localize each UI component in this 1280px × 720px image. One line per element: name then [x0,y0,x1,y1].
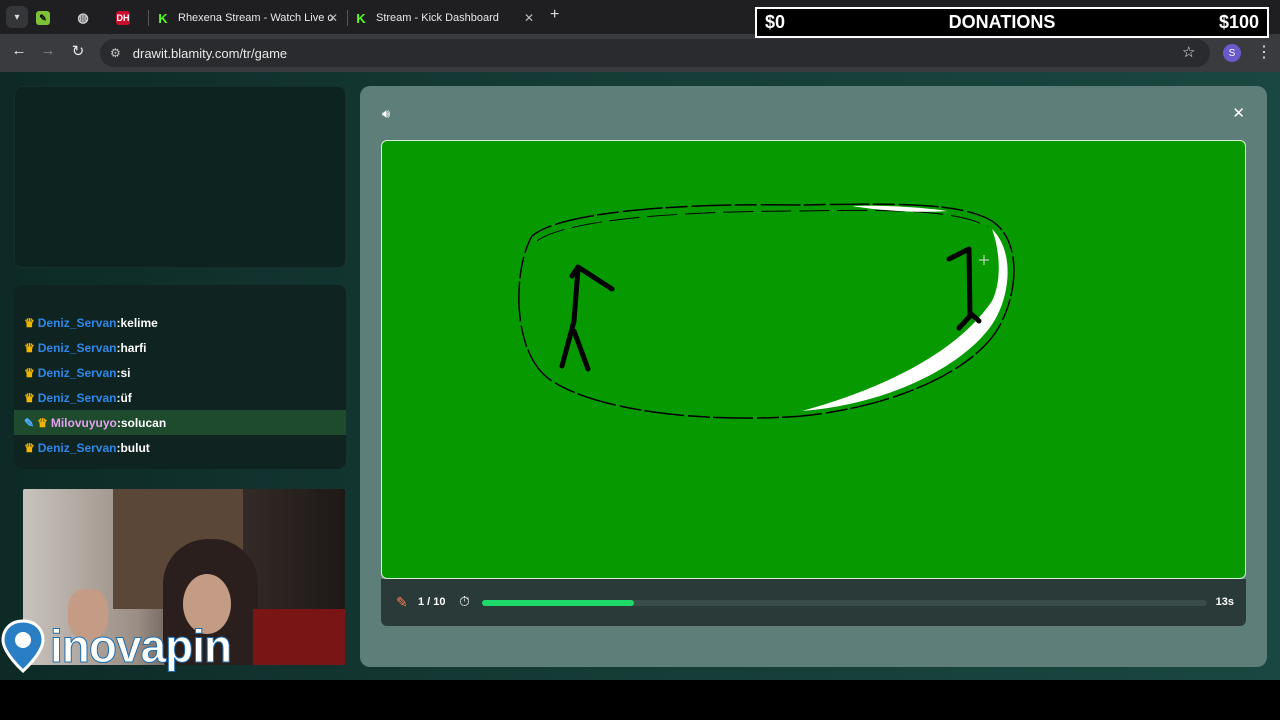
donations-bar: $0 DONATIONS $100 [755,7,1269,38]
paint-app-icon: ✎ [36,11,50,25]
pencil-badge-icon: ✎ [24,415,35,430]
speaker-icon[interactable]: 🔊︎ [382,106,390,122]
chat-username: Deniz_Servan [37,365,117,380]
forward-button[interactable]: → [37,42,59,59]
timer-seconds: 13s [1215,596,1234,608]
chat-text: bulut [120,440,150,455]
chat-username: Deniz_Servan [37,390,117,405]
chat-message: ♛ Deniz_Servan: kelime [24,315,158,330]
page-body: ♛ Deniz_Servan: kelime ♛ Deniz_Servan: har… [0,72,1280,680]
chat-message: ♛ Deniz_Servan: harfi [24,340,147,355]
address-bar-row: ← → ↻ ⚙ drawit.blamity.com/tr/game ☆ S ⋮ [0,34,1280,72]
chat-message-highlighted: ✎ ♛ Milovuyuyo: solucan [14,410,346,435]
chat-text: harfi [120,340,147,355]
timer-progress-track [482,600,1207,606]
webcam-red-fabric [253,609,345,665]
crown-badge-icon: ♛ [24,340,35,355]
timer-progress-fill [482,600,635,606]
close-modal-button[interactable]: ✕ [1232,104,1245,122]
chat-text: üf [120,390,132,405]
profile-avatar[interactable]: S [1223,44,1241,62]
crown-badge-icon: ♛ [37,415,48,430]
new-tab-button[interactable]: + [550,6,559,24]
chat-message: ♛ Deniz_Servan: üf [24,390,132,405]
sponsor-logo-text: inovapin [49,620,232,673]
tab-separator [148,10,149,26]
kick-icon: K [158,10,168,26]
chat-username: Deniz_Servan [37,315,117,330]
cloud-outline-stroke [518,203,1015,419]
left-arrow-figure [559,264,615,372]
chat-text: si [120,365,131,380]
tab-globe[interactable]: ◍ [76,4,104,32]
stopwatch-icon: ⏱︎ [459,593,470,609]
donations-title: DONATIONS [948,12,1056,32]
globe-icon: ◍ [77,10,89,25]
donations-goal: $100 [1218,12,1259,32]
chat-username: Deniz_Servan [37,340,117,355]
chat-username: Deniz_Servan [37,440,117,455]
back-button[interactable]: ← [8,42,30,59]
chat-text: solucan [120,415,167,430]
donations-current: $0 [765,12,786,32]
url-bar[interactable]: ⚙ drawit.blamity.com/tr/game [100,39,1210,67]
black-bottom-bar [0,680,1280,720]
reload-button[interactable]: ↻ [67,42,89,60]
side-panel-card [14,86,346,268]
kick-icon: K [356,10,366,26]
dh-icon: DH [116,11,130,25]
browser-menu-icon[interactable]: ⋮ [1256,42,1272,62]
crosshair-cursor-icon [979,255,989,265]
cloud-outline-stroke [536,209,989,242]
right-arrow-figure [946,246,982,331]
tab-rhexena-stream[interactable]: K Rhexena Stream - Watch Live o ✕ [156,4,346,32]
close-icon[interactable]: ✕ [328,11,338,25]
drawing-svg [518,203,1015,419]
tab-separator [347,10,348,26]
tab-dh[interactable]: DH [116,4,144,32]
crown-badge-icon: ♛ [24,390,35,405]
tab-label: Stream - Kick Dashboard [376,12,499,24]
sponsor-logo: inovapin [0,618,233,674]
tab-search-dropdown[interactable]: ▾ [6,6,28,28]
game-modal: 🔊︎ ✕ ✎ 1 / 10 ⏱︎ 13s [360,86,1267,667]
tab-paint-app[interactable]: ✎ [36,4,64,32]
chat-message: ♛ Deniz_Servan: bulut [24,440,150,455]
crown-badge-icon: ♛ [24,315,35,330]
chat-text: kelime [120,315,158,330]
close-icon[interactable]: ✕ [524,11,534,25]
tab-label: Rhexena Stream - Watch Live o [178,12,334,24]
chat-overlay: ♛ Deniz_Servan: kelime ♛ Deniz_Servan: har… [14,285,346,469]
chat-username: Milovuyuyo [50,415,117,430]
crown-badge-icon: ♛ [24,365,35,380]
chat-message: ♛ Deniz_Servan: si [24,365,131,380]
tab-kick-dashboard[interactable]: K Stream - Kick Dashboard ✕ [354,4,542,32]
location-pin-icon [1,619,45,673]
crown-badge-icon: ♛ [24,440,35,455]
round-counter: 1 / 10 [418,596,446,608]
drawing-canvas[interactable] [381,140,1246,579]
pencil-icon: ✎ [396,594,408,610]
url-text: drawit.blamity.com/tr/game [132,45,288,61]
bookmark-star-icon[interactable]: ☆ [1182,43,1195,61]
site-info-icon[interactable]: ⚙ [110,46,121,60]
game-status-bar: ✎ 1 / 10 ⏱︎ 13s [381,579,1246,626]
